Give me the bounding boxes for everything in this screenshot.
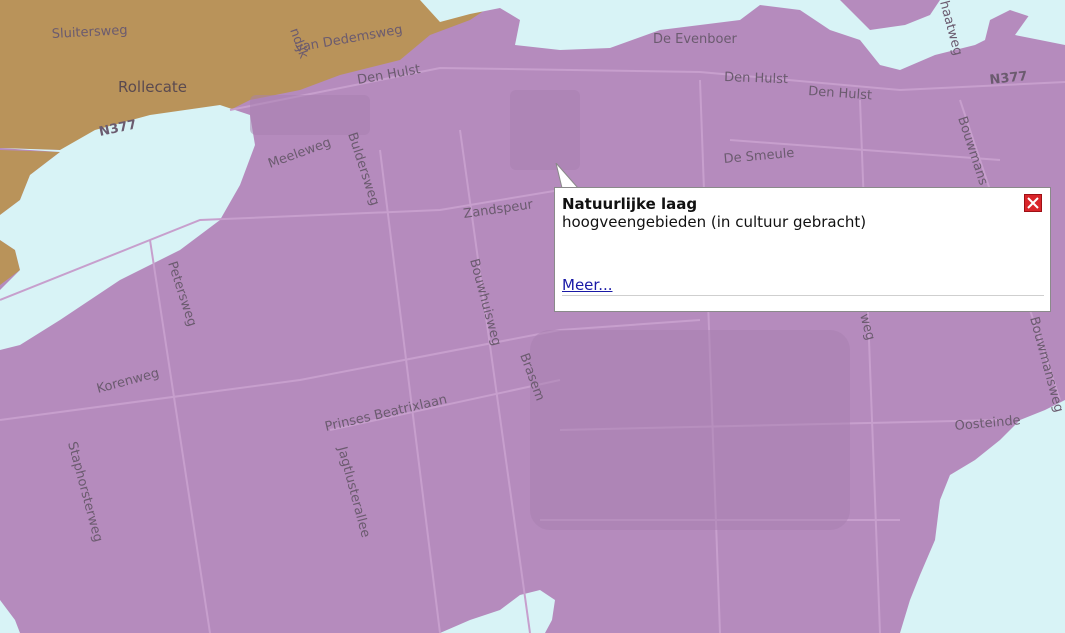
map-layer[interactable]: Sluitersweg Rollecate van Dedemsweg ndij… [0,0,1065,633]
more-link[interactable]: Meer... [562,276,613,294]
label-rollecate: Rollecate [118,78,187,96]
popup-divider [562,295,1044,296]
label-de-evenboer: De Evenboer [653,32,737,47]
feature-info-popup: Natuurlijke laag hoogveengebieden (in cu… [554,187,1051,312]
popup-pointer [555,163,580,189]
close-icon [1027,197,1039,209]
label-den-hulst-2: Den Hulst [724,70,788,87]
popup-description: hoogveengebieden (in cultuur gebracht) [562,213,867,231]
close-button[interactable] [1024,194,1042,212]
map-canvas[interactable]: Sluitersweg Rollecate van Dedemsweg ndij… [0,0,1065,633]
popup-title: Natuurlijke laag [562,195,698,213]
